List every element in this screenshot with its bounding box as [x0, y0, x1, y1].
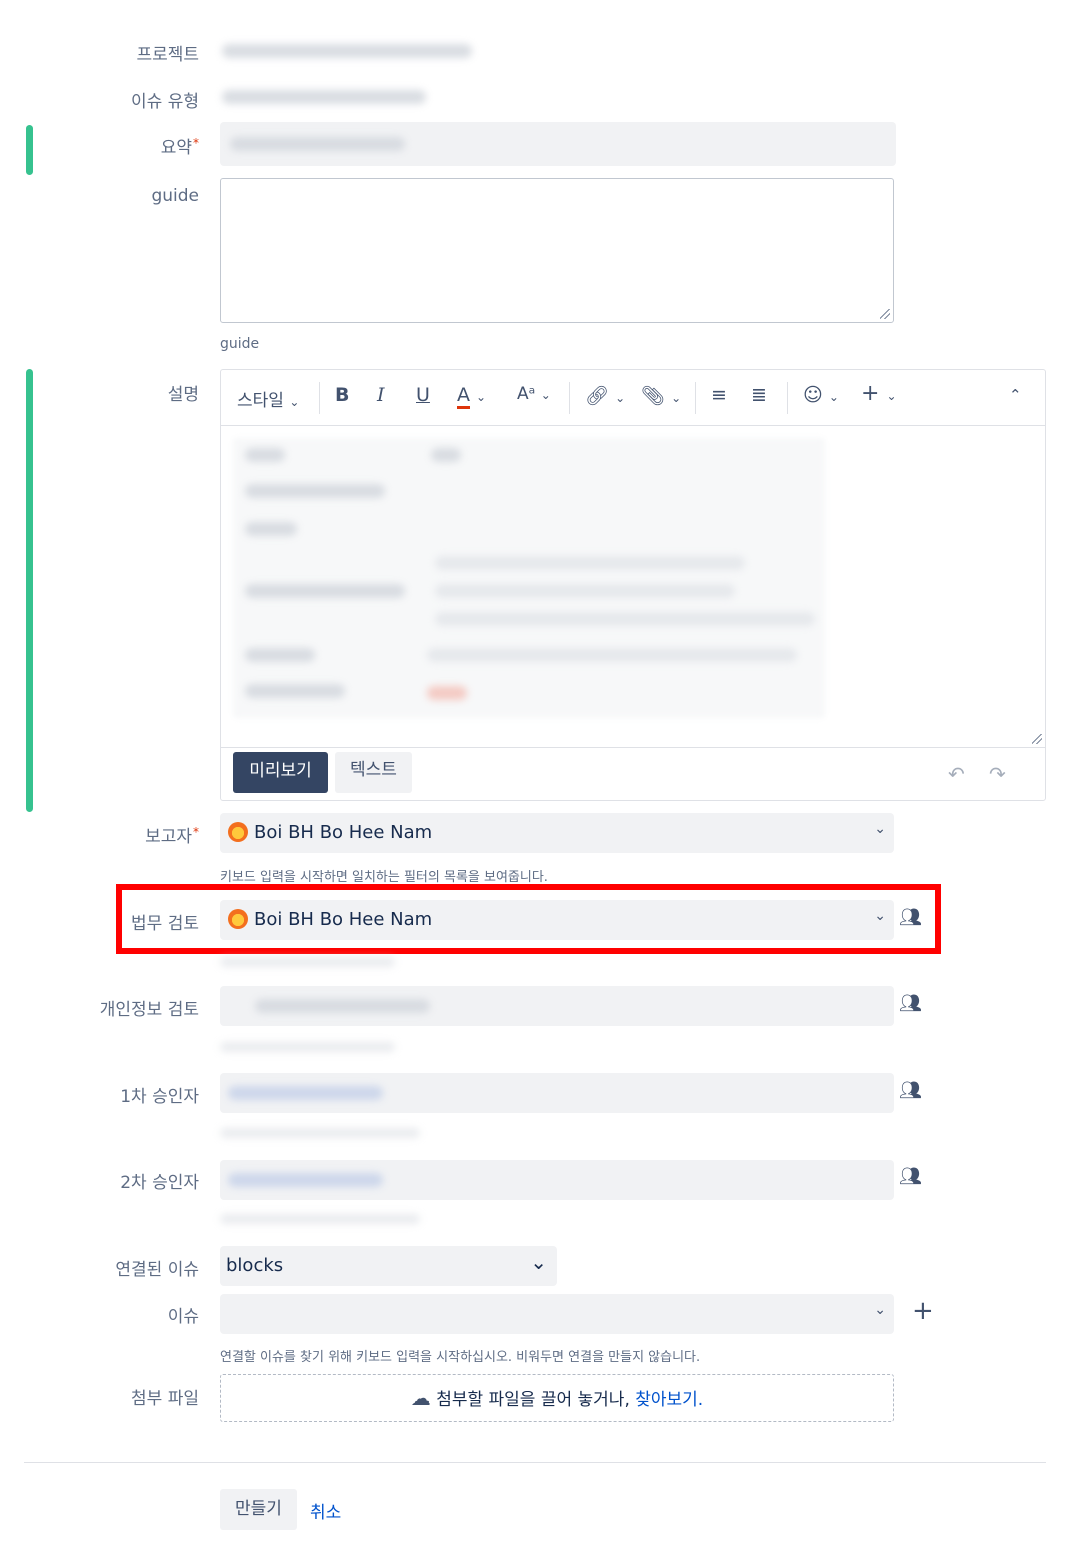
linked-issues-select[interactable]: blocks ⌄: [220, 1246, 557, 1286]
summary-edit-indicator: [26, 125, 33, 175]
approver1-label: 1차 승인자: [120, 1087, 199, 1107]
privacy-review-value-redacted: [255, 999, 430, 1013]
summary-value-redacted: [230, 137, 405, 151]
redacted-row: [245, 522, 297, 536]
privacy-review-hint-redacted: [220, 1042, 395, 1052]
issue-type-label: 이슈 유형: [131, 92, 199, 112]
cloud-upload-icon: ☁︎: [410, 1386, 431, 1410]
redacted-row: [245, 448, 285, 462]
redacted-row: [245, 648, 315, 662]
attachment-dropzone[interactable]: ☁︎ 첨부할 파일을 끌어 놓거나, 찾아보기.: [220, 1374, 894, 1422]
redacted-table: [233, 438, 825, 718]
approver2-value-redacted: [228, 1173, 383, 1187]
group-users-icon[interactable]: 👥︎: [899, 993, 922, 1014]
bullet-list-icon[interactable]: ≡: [711, 384, 727, 406]
description-label: 설명: [167, 385, 199, 405]
toolbar-separator: [695, 382, 696, 414]
toolbar-separator: [787, 382, 788, 414]
editor-toolbar: 스타일 ⌄ B I U A ⌄ Aᵃ ⌄ 🔗︎ ⌄ 📎︎ ⌄ ≡ ≣ ☺ ⌄ +…: [221, 370, 1045, 426]
guide-textarea[interactable]: [220, 178, 894, 323]
project-value-redacted: [222, 44, 472, 58]
summary-label: 요약*: [160, 136, 199, 158]
chevron-down-icon[interactable]: ⌄: [874, 1302, 886, 1318]
redacted-row: [245, 584, 405, 598]
numbered-list-icon[interactable]: ≣: [751, 384, 767, 406]
issue-hint: 연결할 이슈를 찾기 위해 키보드 입력을 시작하십시오. 비워두면 연결을 만…: [220, 1350, 701, 1365]
chevron-down-icon[interactable]: ⌄: [874, 821, 886, 837]
redacted-row: [427, 648, 797, 662]
project-label: 프로젝트: [136, 45, 199, 65]
reporter-hint: 키보드 입력을 시작하면 일치하는 필터의 목록을 보여줍니다.: [220, 870, 548, 885]
text-effects-icon[interactable]: Aᵃ ⌄: [517, 384, 551, 404]
underline-button[interactable]: U: [416, 384, 430, 406]
redacted-row: [435, 612, 815, 626]
resize-handle[interactable]: [880, 309, 890, 319]
resize-handle[interactable]: [1032, 734, 1042, 744]
approver1-value-redacted: [228, 1086, 383, 1100]
undo-icon[interactable]: ↶: [948, 762, 965, 786]
group-users-icon[interactable]: 👥︎: [899, 1080, 922, 1101]
emoji-icon[interactable]: ☺ ⌄: [803, 384, 839, 406]
reporter-label: 보고자*: [145, 825, 199, 847]
preview-tab[interactable]: 미리보기: [233, 752, 328, 793]
cancel-link[interactable]: 취소: [310, 1498, 341, 1523]
highlight-box: [116, 884, 941, 954]
group-users-icon[interactable]: 👥︎: [899, 1166, 922, 1187]
approver1-hint-redacted: [220, 1128, 420, 1138]
redacted-row: [245, 484, 385, 498]
redo-icon[interactable]: ↷: [989, 762, 1006, 786]
avatar: [228, 822, 248, 842]
style-dropdown[interactable]: 스타일 ⌄: [237, 386, 299, 411]
create-button[interactable]: 만들기: [220, 1489, 297, 1530]
approver2-label: 2차 승인자: [120, 1173, 199, 1193]
approver2-hint-redacted: [220, 1214, 420, 1224]
issue-select[interactable]: ⌄: [220, 1294, 894, 1334]
description-edit-indicator: [26, 369, 33, 812]
toolbar-separator: [569, 382, 570, 414]
dropzone-text: 첨부할 파일을 끌어 놓거나,: [436, 1390, 630, 1410]
collapse-toolbar-icon[interactable]: ⌃: [1009, 386, 1022, 404]
browse-link[interactable]: 찾아보기.: [635, 1390, 703, 1410]
reporter-select[interactable]: Boi BH Bo Hee Nam ⌄: [220, 813, 894, 853]
guide-help-text: guide: [220, 336, 260, 352]
toolbar-separator: [319, 382, 320, 414]
guide-label: guide: [151, 186, 199, 206]
add-issue-button[interactable]: +: [912, 1296, 934, 1326]
description-editor[interactable]: 스타일 ⌄ B I U A ⌄ Aᵃ ⌄ 🔗︎ ⌄ 📎︎ ⌄ ≡ ≣ ☺ ⌄ +…: [220, 369, 1046, 801]
redacted-row: [435, 584, 735, 598]
issue-type-value-redacted: [222, 90, 426, 104]
linked-issues-value: blocks: [226, 1255, 284, 1276]
text-color-button[interactable]: A ⌄: [457, 384, 486, 409]
linked-issues-label: 연결된 이슈: [115, 1260, 199, 1280]
reporter-value: Boi BH Bo Hee Nam: [254, 822, 433, 843]
link-icon[interactable]: 🔗︎ ⌄: [585, 384, 625, 407]
editor-content-redacted[interactable]: [221, 426, 1045, 748]
issue-label: 이슈: [167, 1307, 199, 1327]
attachment-label: 첨부 파일: [131, 1389, 199, 1409]
text-tab[interactable]: 텍스트: [335, 752, 412, 793]
chevron-down-icon[interactable]: ⌄: [530, 1250, 547, 1274]
italic-button[interactable]: I: [377, 384, 385, 406]
redacted-row: [435, 556, 745, 570]
bold-button[interactable]: B: [335, 384, 349, 406]
redacted-row: [245, 684, 345, 698]
insert-more-icon[interactable]: + ⌄: [861, 381, 897, 406]
privacy-review-label: 개인정보 검토: [99, 1000, 199, 1020]
redacted-row: [427, 686, 467, 700]
divider: [24, 1462, 1046, 1463]
attachment-icon[interactable]: 📎︎ ⌄: [641, 384, 681, 407]
legal-review-hint-redacted: [220, 957, 395, 967]
redacted-row: [431, 448, 461, 462]
